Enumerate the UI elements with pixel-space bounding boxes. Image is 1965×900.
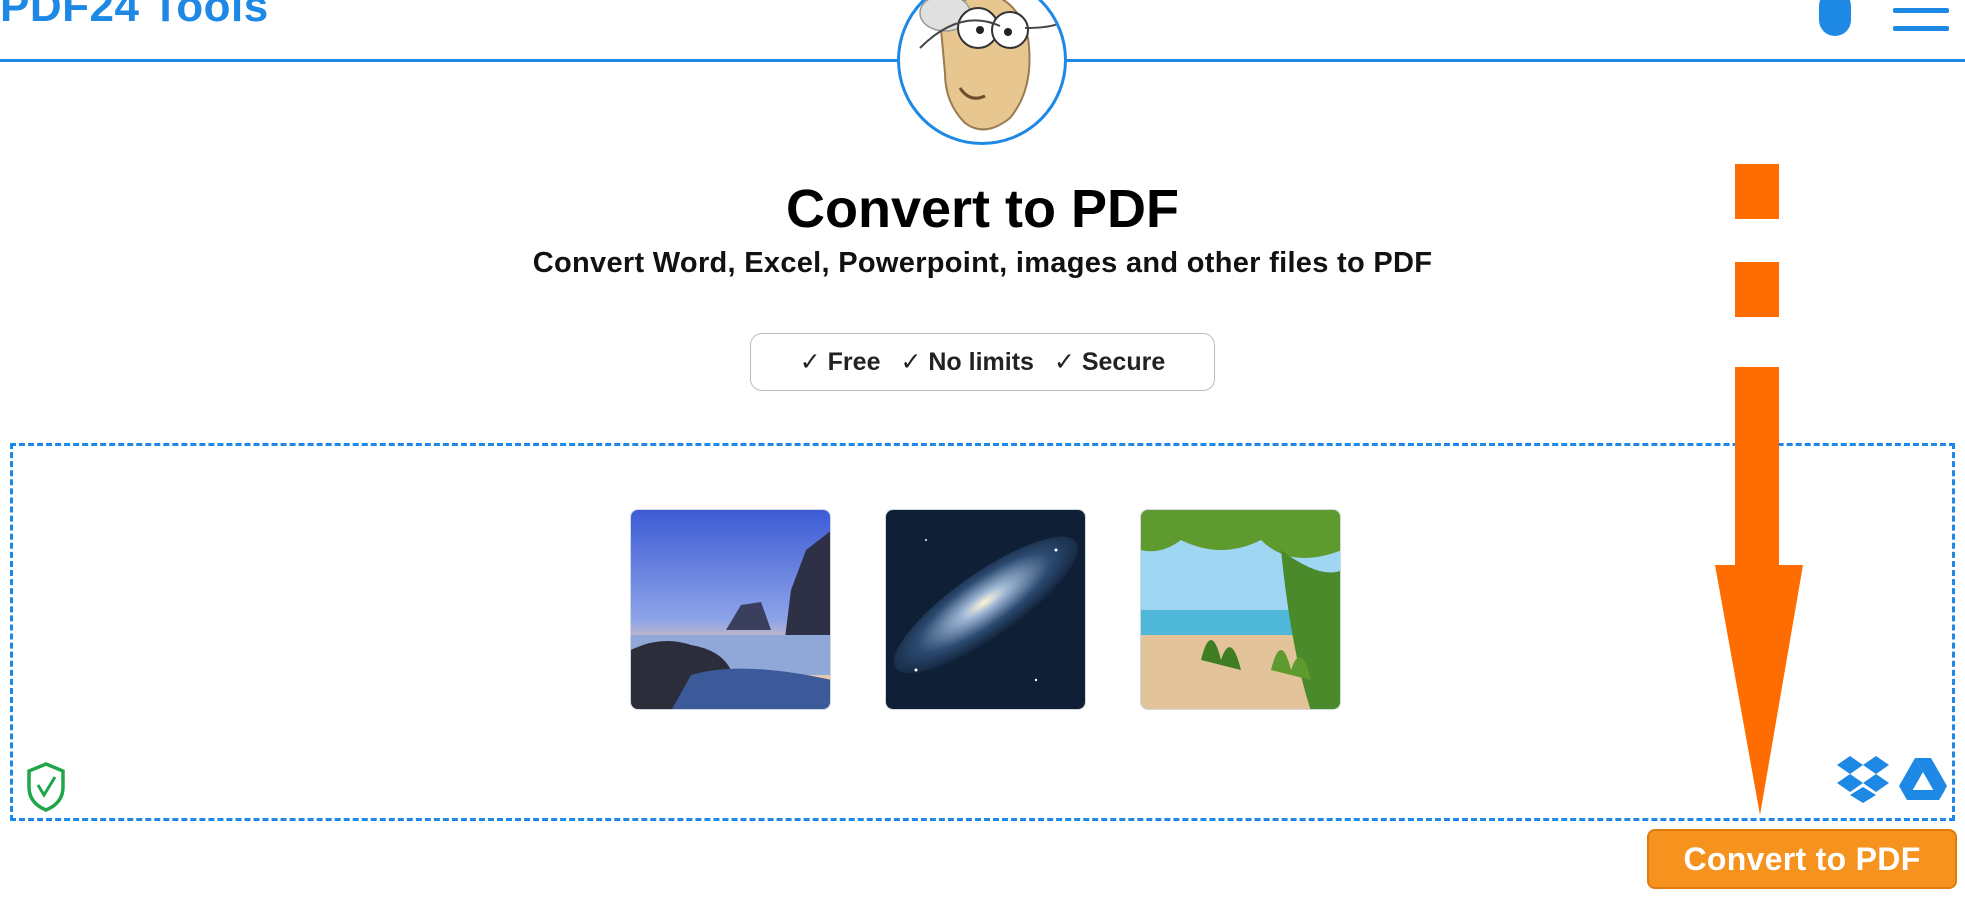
dropbox-icon[interactable] bbox=[1836, 754, 1890, 804]
file-thumbnail-beach[interactable] bbox=[1140, 509, 1341, 710]
file-thumbnail-coast[interactable] bbox=[630, 509, 831, 710]
feature-no-limits: ✓ No limits bbox=[900, 348, 1034, 376]
brand-logo-text[interactable]: PDF24 Tools bbox=[0, 0, 269, 32]
hamburger-menu-icon[interactable] bbox=[1893, 4, 1949, 36]
feature-secure: ✓ Secure bbox=[1053, 348, 1166, 376]
feature-free: ✓ Free bbox=[799, 348, 881, 376]
page: PDF24 Tools Convert to PDF Convert Word,… bbox=[0, 0, 1965, 900]
file-dropzone[interactable] bbox=[10, 443, 1955, 821]
page-subtitle: Convert Word, Excel, Powerpoint, images … bbox=[532, 247, 1433, 279]
sheep-mascot-icon bbox=[919, 0, 1061, 131]
orange-guide-arrow bbox=[1715, 164, 1803, 815]
mouse-icon bbox=[1819, 0, 1851, 36]
convert-to-pdf-button[interactable]: Convert to PDF bbox=[1647, 829, 1957, 889]
shield-check-icon bbox=[27, 762, 65, 812]
page-title: Convert to PDF bbox=[785, 179, 1179, 239]
google-drive-icon[interactable] bbox=[1898, 757, 1948, 801]
features-badge: ✓ Free ✓ No limits ✓ Secure bbox=[750, 333, 1215, 391]
file-thumbnail-galaxy[interactable] bbox=[885, 509, 1086, 710]
sheep-mascot bbox=[897, 0, 1067, 145]
